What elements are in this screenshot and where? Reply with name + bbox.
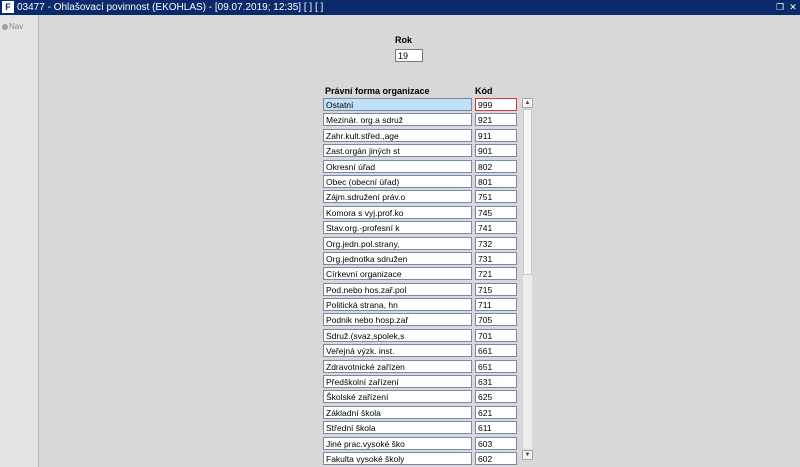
org-form-code-field[interactable]: 999	[475, 98, 517, 111]
org-form-name-field[interactable]: Střední škola	[323, 421, 472, 435]
window-title: 03477 - Ohlašovací povinnost (EKOHLAS) -…	[17, 2, 324, 13]
org-form-name-field[interactable]: Jiné prac.vysoké ško	[323, 436, 472, 450]
org-form-name-field[interactable]: Církevní organizace	[323, 267, 472, 281]
org-form-code-field[interactable]: 741	[475, 221, 517, 235]
org-form-name-field[interactable]: Pod.nebo hos.zař.pol	[323, 282, 472, 296]
org-form-code-field[interactable]: 751	[475, 190, 517, 204]
year-label: Rok	[395, 35, 413, 45]
org-form-code-field[interactable]: 602	[475, 451, 517, 465]
org-form-code-field[interactable]: 901	[475, 144, 517, 158]
org-form-code-field[interactable]: 651	[475, 359, 517, 373]
org-form-name-field[interactable]: Komora s vyj.prof.ko	[323, 205, 472, 219]
org-form-code-field[interactable]: 701	[475, 328, 517, 342]
org-form-name-field[interactable]: Základní škola	[323, 405, 472, 419]
org-form-code-field[interactable]: 732	[475, 236, 517, 250]
scroll-down-icon[interactable]: ▼	[522, 450, 533, 460]
org-form-code-field[interactable]: 721	[475, 267, 517, 281]
org-form-name-field[interactable]: Zájm.sdružení práv.o	[323, 190, 472, 204]
org-form-code-field[interactable]: 745	[475, 205, 517, 219]
org-form-code-field[interactable]: 731	[475, 251, 517, 265]
title-bar: F 03477 - Ohlašovací povinnost (EKOHLAS)…	[0, 0, 800, 15]
org-form-name-field[interactable]: Předškolní zařízení	[323, 375, 472, 389]
org-form-code-field[interactable]: 802	[475, 159, 517, 173]
org-form-name-field[interactable]: Školské zařízení	[323, 390, 472, 404]
org-form-name-field[interactable]: Org.jedn.pol.strany,	[323, 236, 472, 250]
org-form-name-field[interactable]: Fakulta vysoké školy	[323, 451, 472, 465]
org-form-code-field[interactable]: 715	[475, 282, 517, 296]
org-form-code-field[interactable]: 611	[475, 421, 517, 435]
org-form-name-field[interactable]: Obec (obecní úřad)	[323, 174, 472, 188]
org-form-code-field[interactable]: 603	[475, 436, 517, 450]
restore-window-icon[interactable]: ❐	[774, 0, 786, 15]
org-form-name-field[interactable]: Org.jednotka sdružen	[323, 251, 472, 265]
list-scrollbar[interactable]: ▲ ▼	[522, 98, 533, 460]
org-form-code-field[interactable]: 921	[475, 113, 517, 127]
org-form-name-field[interactable]: Zahr.kult.střed.,age	[323, 128, 472, 142]
org-form-name-field[interactable]: Podnik nebo hosp.zař	[323, 313, 472, 327]
scroll-thumb[interactable]	[523, 109, 532, 275]
org-form-code-field[interactable]: 711	[475, 298, 517, 312]
scroll-up-icon[interactable]: ▲	[522, 98, 533, 108]
nav-icon	[2, 23, 8, 30]
org-form-name-field[interactable]: Mezinár. org.a sdruž	[323, 113, 472, 127]
org-form-name-field[interactable]: Okresní úřad	[323, 159, 472, 173]
org-form-name-field[interactable]: Politická strana, hn	[323, 298, 472, 312]
org-form-code-field[interactable]: 625	[475, 390, 517, 404]
org-form-code-field[interactable]: 705	[475, 313, 517, 327]
org-form-code-field[interactable]: 661	[475, 344, 517, 358]
org-form-code-field[interactable]: 801	[475, 174, 517, 188]
org-form-name-field[interactable]: Stav.org.-profesní k	[323, 221, 472, 235]
sidebar: Nav	[0, 15, 39, 467]
app-logo-icon: F	[2, 1, 14, 13]
org-form-name-field[interactable]: Sdruž.(svaz,spolek,s	[323, 328, 472, 342]
org-form-code-field[interactable]: 621	[475, 405, 517, 419]
close-window-icon[interactable]: ✕	[787, 0, 799, 15]
org-form-code-field[interactable]: 631	[475, 375, 517, 389]
year-input[interactable]: 19	[395, 49, 423, 62]
nav-button[interactable]: Nav	[2, 22, 23, 31]
org-form-code-field[interactable]: 911	[475, 128, 517, 142]
org-form-name-field[interactable]: Ostatní	[323, 98, 472, 111]
column-header-name: Právní forma organizace	[325, 86, 430, 96]
org-form-name-field[interactable]: Zast.orgán jiných st	[323, 144, 472, 158]
org-form-name-field[interactable]: Zdravotnické zařízen	[323, 359, 472, 373]
column-header-code: Kód	[475, 86, 493, 96]
org-form-name-field[interactable]: Veřejná výzk. inst.	[323, 344, 472, 358]
nav-label: Nav	[9, 22, 24, 31]
